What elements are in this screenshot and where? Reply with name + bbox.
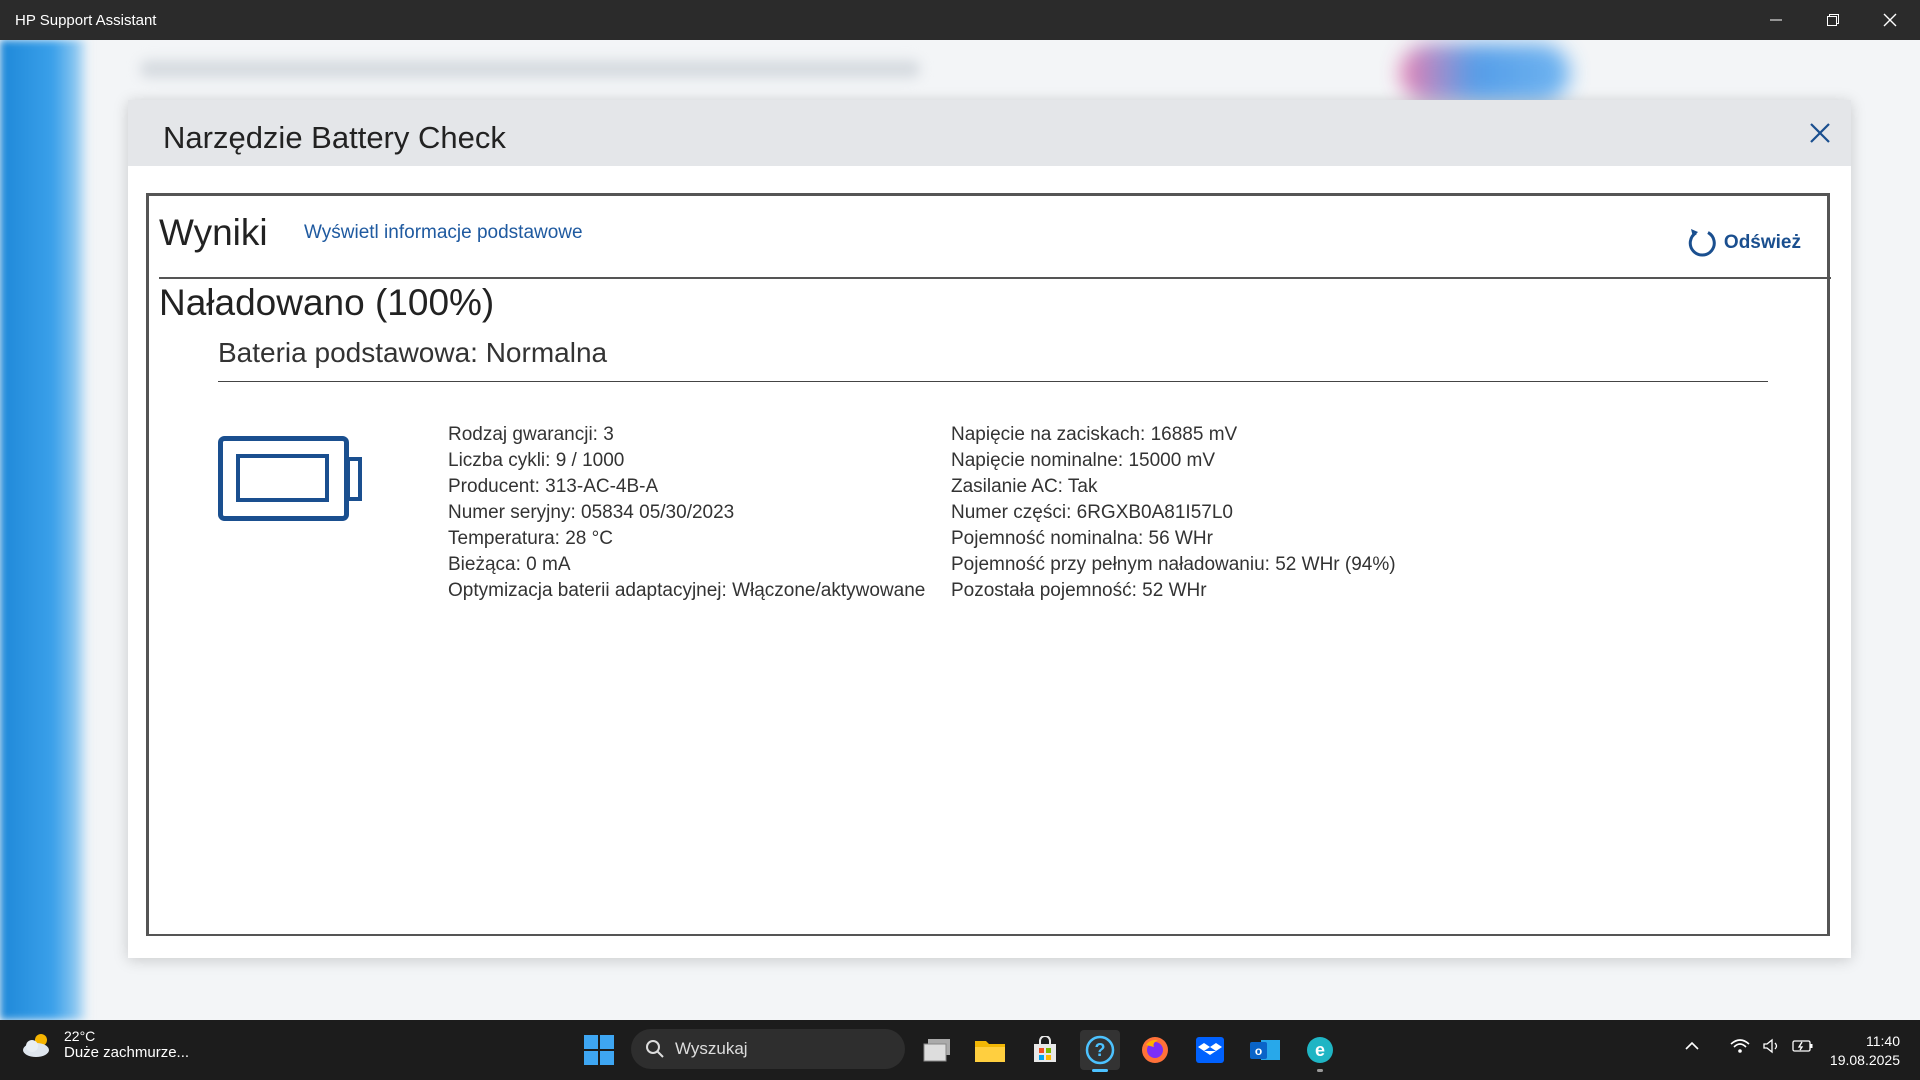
close-icon xyxy=(1810,123,1830,143)
refresh-icon xyxy=(1688,229,1716,257)
window-close-button[interactable] xyxy=(1862,0,1918,40)
outlook-icon: o xyxy=(1250,1040,1280,1060)
divider xyxy=(218,381,1768,382)
battery-heading: Bateria podstawowa: Normalna xyxy=(218,337,608,368)
charge-status: Naładowano (100%) xyxy=(159,282,495,323)
results-panel: Wyniki Wyświetl informacje podstawowe Od… xyxy=(146,193,1831,936)
taskbar-search[interactable]: Wyszukaj xyxy=(631,1029,905,1069)
dialog-header: Narzędzie Battery Check xyxy=(128,100,1851,166)
svg-text:e: e xyxy=(1315,1040,1325,1060)
basic-info-link[interactable]: Wyświetl informacje podstawowe xyxy=(304,222,583,244)
battery-details-right: Napięcie na zaciskach: 16885 mV Napięcie… xyxy=(951,422,1396,604)
volume-icon[interactable] xyxy=(1762,1038,1780,1054)
detail-part-number: Numer części: 6RGXB0A81I57L0 xyxy=(951,502,1233,523)
file-explorer-button[interactable] xyxy=(970,1030,1010,1070)
windows-logo-icon xyxy=(584,1035,614,1065)
battery-charging-icon[interactable] xyxy=(1792,1039,1814,1053)
window-title: HP Support Assistant xyxy=(15,12,157,29)
clock-time: 11:40 xyxy=(1866,1033,1900,1049)
weather-temp: 22°C xyxy=(64,1028,96,1044)
refresh-button[interactable]: Odśwież xyxy=(1686,226,1801,260)
task-view-button[interactable] xyxy=(917,1030,957,1070)
svg-text:o: o xyxy=(1255,1044,1262,1058)
battery-details-left: Rodzaj gwarancji: 3 Liczba cykli: 9 / 10… xyxy=(448,422,925,604)
cloud-sun-icon xyxy=(23,1033,49,1057)
detail-warranty: Rodzaj gwarancji: 3 xyxy=(448,424,614,445)
search-icon xyxy=(646,1040,664,1058)
restore-button[interactable] xyxy=(1805,0,1861,40)
help-icon: ? xyxy=(1085,1035,1115,1065)
detail-cycle-count: Liczba cykli: 9 / 1000 xyxy=(448,450,625,471)
chevron-up-icon[interactable] xyxy=(1684,1040,1700,1052)
weather-description: Duże zachmurze... xyxy=(64,1044,190,1061)
dialog-close-button[interactable] xyxy=(1803,116,1837,150)
detail-serial-number: Numer seryjny: 05834 05/30/2023 xyxy=(448,502,735,523)
weather-widget[interactable]: 22°C Duże zachmurze... xyxy=(20,1028,189,1061)
dropbox-button[interactable] xyxy=(1190,1030,1230,1070)
firefox-icon xyxy=(1142,1037,1168,1063)
divider xyxy=(159,277,1831,279)
search-placeholder: Wyszukaj xyxy=(675,1039,748,1058)
taskbar: 22°C Duże zachmurze... Wyszukaj ? o e 11… xyxy=(0,1020,1920,1080)
detail-current: Bieżąca: 0 mA xyxy=(448,554,571,575)
background-blurred-text xyxy=(140,60,920,78)
task-view-icon xyxy=(923,1039,950,1062)
background-sidebar xyxy=(0,40,88,1020)
browser-e-button[interactable]: e xyxy=(1300,1030,1340,1072)
active-indicator xyxy=(1092,1069,1108,1072)
detail-temperature: Temperatura: 28 °C xyxy=(448,528,613,549)
close-icon xyxy=(1883,13,1897,27)
clock-date: 19.08.2025 xyxy=(1829,1052,1900,1068)
battery-icon xyxy=(218,436,362,521)
running-indicator xyxy=(1317,1069,1323,1072)
start-button[interactable] xyxy=(584,1035,614,1070)
background-blurred-button xyxy=(1400,44,1570,102)
firefox-button[interactable] xyxy=(1135,1030,1175,1070)
detail-ac-power: Zasilanie AC: Tak xyxy=(951,476,1098,497)
restore-icon xyxy=(1827,14,1839,26)
edge-e-icon: e xyxy=(1307,1037,1333,1063)
dropbox-icon xyxy=(1196,1037,1224,1063)
detail-design-capacity: Pojemność nominalna: 56 WHr xyxy=(951,528,1213,549)
folder-icon xyxy=(975,1041,1005,1062)
detail-terminal-voltage: Napięcie na zaciskach: 16885 mV xyxy=(951,424,1238,445)
minimize-icon xyxy=(1770,19,1782,21)
hp-support-assistant-button[interactable]: ? xyxy=(1080,1030,1120,1072)
detail-manufacturer: Producent: 313-AC-4B-A xyxy=(448,476,659,497)
outlook-button[interactable]: o xyxy=(1245,1030,1285,1070)
system-tray xyxy=(1684,1038,1814,1054)
detail-full-charge-capacity: Pojemność przy pełnym naładowaniu: 52 WH… xyxy=(951,554,1396,575)
clock[interactable]: 11:40 19.08.2025 xyxy=(1830,1032,1900,1070)
minimize-button[interactable] xyxy=(1748,0,1804,40)
store-icon xyxy=(1034,1036,1056,1062)
battery-check-dialog: Narzędzie Battery Check Wyniki Wyświetl … xyxy=(128,100,1851,958)
results-title: Wyniki xyxy=(159,212,268,253)
svg-text:?: ? xyxy=(1095,1040,1106,1060)
refresh-label: Odśwież xyxy=(1723,232,1801,253)
wifi-icon[interactable] xyxy=(1730,1038,1750,1054)
detail-adaptive-optimization: Optymizacja baterii adaptacyjnej: Włączo… xyxy=(448,580,926,601)
store-button[interactable] xyxy=(1025,1030,1065,1070)
dialog-title: Narzędzie Battery Check xyxy=(163,120,506,155)
detail-nominal-voltage: Napięcie nominalne: 15000 mV xyxy=(951,450,1216,471)
window-titlebar: HP Support Assistant xyxy=(0,0,1920,40)
detail-remaining-capacity: Pozostała pojemność: 52 WHr xyxy=(951,580,1207,601)
